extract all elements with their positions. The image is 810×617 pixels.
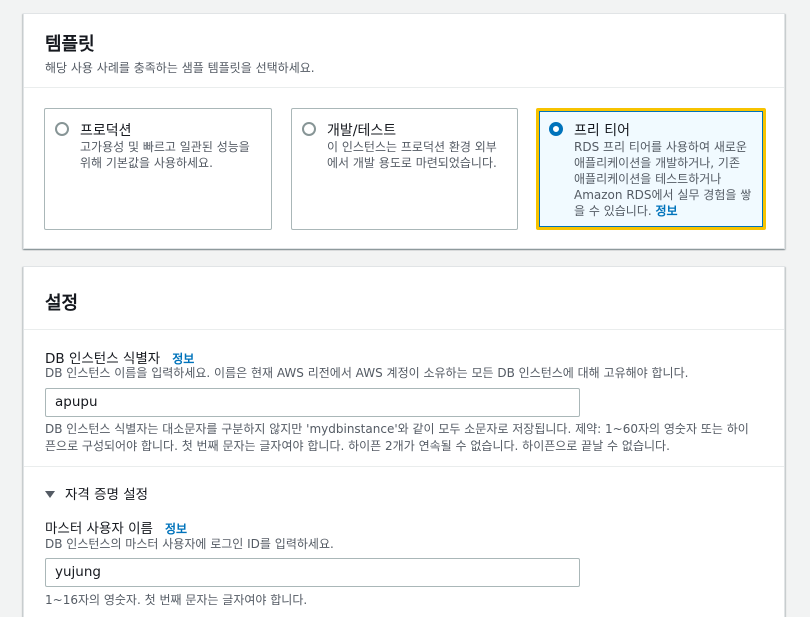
- settings-panel: 설정 DB 인스턴스 식별자 정보 DB 인스턴스 이름을 입력하세요. 이름은 …: [23, 266, 785, 617]
- dev-test-radio[interactable]: [302, 122, 316, 136]
- production-description: 고가용성 및 빠르고 일관된 성능을 위해 기본값을 사용하세요.: [80, 140, 250, 170]
- db-identifier-input[interactable]: apupu: [45, 388, 580, 417]
- template-divider: [24, 87, 784, 88]
- dev-test-label: 개발/테스트: [327, 123, 397, 139]
- template-option-free-tier[interactable]: 프리 티어 RDS 프리 티어를 사용하여 새로운 애플리케이션을 개발하거나,…: [536, 108, 766, 230]
- free-tier-label: 프리 티어: [574, 123, 630, 139]
- db-identifier-info-link[interactable]: 정보: [172, 352, 194, 366]
- free-tier-info-link[interactable]: 정보: [656, 204, 678, 218]
- free-tier-description: RDS 프리 티어를 사용하여 새로운 애플리케이션을 개발하거나, 기존 애플…: [574, 140, 752, 218]
- template-panel: 템플릿 해당 사용 사례를 충족하는 샘플 템플릿을 선택하세요. 프로덕션 고…: [23, 13, 785, 249]
- credentials-divider: [24, 466, 784, 467]
- master-username-label: 마스터 사용자 이름 정보: [45, 521, 188, 537]
- settings-title: 설정: [45, 293, 79, 314]
- free-tier-radio[interactable]: [549, 122, 563, 136]
- template-option-production[interactable]: 프로덕션 고가용성 및 빠르고 일관된 성능을 위해 기본값을 사용하세요.: [44, 108, 272, 230]
- db-identifier-description: DB 인스턴스 이름을 입력하세요. 이름은 현재 AWS 리전에서 AWS 계…: [45, 366, 689, 380]
- dev-test-description: 이 인스턴스는 프로덕션 환경 외부 에서 개발 용도로 마련되었습니다.: [327, 140, 497, 170]
- production-label: 프로덕션: [80, 123, 132, 139]
- db-identifier-constraint: DB 인스턴스 식별자는 대소문자를 구분하지 않지만 'mydbinstanc…: [45, 422, 749, 453]
- caret-down-icon: [45, 491, 55, 498]
- template-description: 해당 사용 사례를 충족하는 샘플 템플릿을 선택하세요.: [45, 61, 315, 75]
- production-radio[interactable]: [55, 122, 69, 136]
- db-identifier-label: DB 인스턴스 식별자 정보: [45, 351, 195, 367]
- template-title: 템플릿: [45, 34, 95, 55]
- template-option-dev-test[interactable]: 개발/테스트 이 인스턴스는 프로덕션 환경 외부 에서 개발 용도로 마련되었…: [291, 108, 518, 230]
- credentials-expander[interactable]: 자격 증명 설정: [45, 483, 148, 503]
- master-username-description: DB 인스턴스의 마스터 사용자에 로그인 ID를 입력하세요.: [45, 537, 334, 551]
- settings-divider: [24, 329, 784, 330]
- master-username-constraint: 1~16자의 영숫자. 첫 번째 문자는 글자여야 합니다.: [45, 593, 308, 607]
- master-username-input[interactable]: yujung: [45, 558, 580, 587]
- master-username-info-link[interactable]: 정보: [165, 522, 187, 536]
